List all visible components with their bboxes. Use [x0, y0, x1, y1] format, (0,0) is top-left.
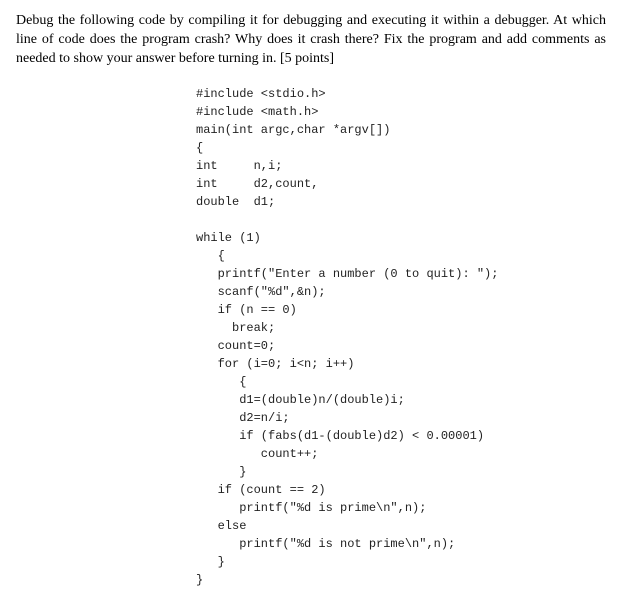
- code-listing: #include <stdio.h> #include <math.h> mai…: [196, 85, 606, 589]
- question-prompt: Debug the following code by compiling it…: [16, 12, 606, 69]
